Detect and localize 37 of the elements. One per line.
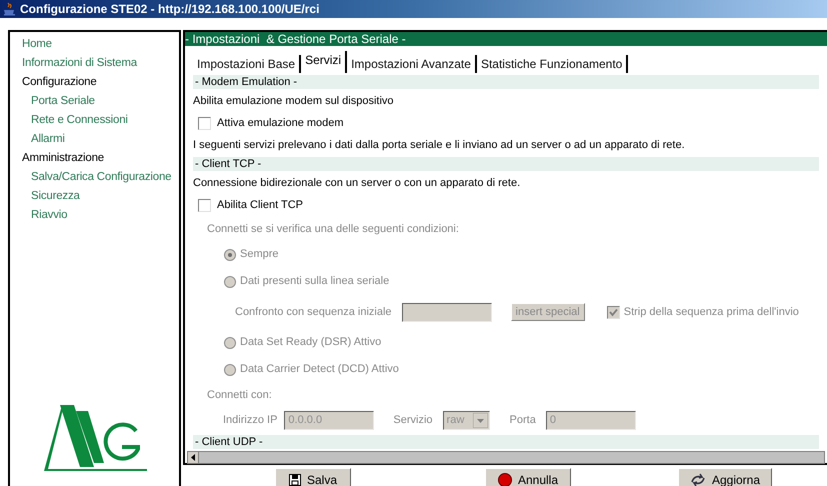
radio-label: Data Set Ready (DSR) Attivo — [240, 335, 382, 350]
radio-label: Dati presenti sulla linea seriale — [240, 274, 390, 290]
radio-label: Sempre — [240, 247, 279, 262]
field-label: Porta — [510, 412, 536, 428]
tab[interactable]: Servizi — [301, 51, 348, 73]
sidebar-link[interactable]: Riavvio — [10, 206, 179, 225]
group-label: Connetti con: — [207, 388, 272, 403]
field-label: Indirizzo IP — [223, 412, 278, 428]
section-header: - Modem Emulation - — [193, 75, 819, 89]
tab[interactable]: Impostazioni Avanzate — [347, 55, 477, 73]
description-text: Abilita emulazione modem sul dispositivo — [193, 94, 394, 109]
field-label: Servizio — [393, 412, 433, 428]
window-title: Configurazione STE02 - http://192.168.100.100/UE/rci — [20, 1, 320, 18]
tab[interactable]: Impostazioni Base — [193, 55, 302, 73]
group-label: Connetti se si verifica una delle seguenti condizioni: — [207, 222, 459, 237]
panel-title: - Impostazioni & Gestione Porta Seriale - — [185, 32, 827, 46]
tab[interactable]: Statistiche Funzionamento — [476, 55, 628, 73]
description-text: I seguenti servizi prelevano i dati dalla porta seriale e li inviano ad un server o ad un apparato di rete. — [193, 138, 685, 153]
sidebar-link[interactable]: Home — [10, 35, 179, 54]
checkbox-label: Attiva emulazione modem — [217, 116, 344, 131]
save-button[interactable]: Salva — [275, 468, 351, 486]
cancel-button[interactable]: Annulla — [485, 468, 571, 486]
checkbox-label: Abilita Client TCP — [217, 198, 303, 213]
section-header: - Client TCP - — [193, 157, 819, 171]
description-text: Connessione bidirezionale con un server o con un apparato di rete. — [193, 176, 520, 191]
sidebar-link[interactable]: Sicurezza — [10, 187, 179, 206]
sidebar-link[interactable]: Informazioni di Sistema — [10, 54, 179, 73]
checkbox-label: Strip della sequenza prima dell'invio — [624, 304, 799, 320]
sidebar-link[interactable]: Rete e Connessioni — [10, 111, 179, 130]
sidebar-heading[interactable]: Amministrazione — [10, 149, 179, 168]
sidebar-link[interactable]: Porta Seriale — [10, 92, 179, 111]
radio-label: Data Carrier Detect (DCD) Attivo — [240, 362, 399, 378]
sidebar-link[interactable]: Allarmi — [10, 130, 179, 149]
sidebar-link[interactable]: Salva/Carica Configurazione — [10, 168, 179, 187]
field-label: Confronto con sequenza iniziale — [235, 304, 392, 320]
sidebar-heading[interactable]: Configurazione — [10, 73, 179, 92]
section-header: - Client UDP - — [193, 435, 819, 449]
